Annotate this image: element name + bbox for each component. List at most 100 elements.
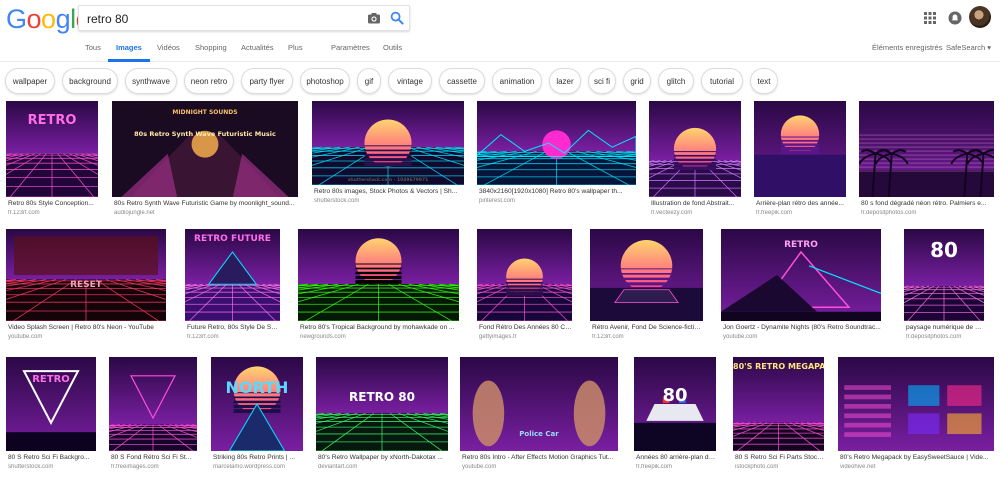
result-thumbnail[interactable] [477, 229, 572, 321]
result-thumbnail[interactable] [109, 357, 197, 451]
result-caption[interactable]: Retro 80s images, Stock Photos & Vectors… [314, 188, 464, 195]
result-caption[interactable]: Arrière-plan rétro des année... [756, 200, 846, 207]
result-thumbnail[interactable]: RESET [6, 229, 166, 321]
search-input[interactable] [87, 10, 357, 28]
image-result[interactable]: 80'S RETRO MEGAPACK 80 S Retro Sci Fi Par… [733, 357, 824, 475]
chip-animation[interactable]: animation [492, 68, 542, 94]
image-result[interactable]: Illustration de fond Abstrait... fr.vecte… [649, 101, 741, 221]
safesearch-dropdown[interactable]: SafeSearch ▾ [946, 43, 991, 52]
result-caption[interactable]: Retro 80s Style Conception... [8, 200, 98, 207]
chip-photoshop[interactable]: photoshop [300, 68, 350, 94]
image-result[interactable]: Arrière-plan rétro des année... fr.freepi… [754, 101, 846, 221]
image-result[interactable]: NORTH Striking 80s Retro Prints | ... marc… [211, 357, 303, 475]
camera-icon[interactable] [367, 11, 381, 25]
result-caption[interactable]: paysage numérique de néon... [906, 324, 984, 331]
notifications-icon[interactable] [948, 11, 962, 25]
result-thumbnail[interactable]: 80 [634, 357, 716, 451]
result-domain: videohive.net [840, 464, 876, 470]
result-thumbnail[interactable] [859, 101, 994, 197]
image-result[interactable]: RETRO Jon Goertz - Dynamite Nights (80's … [721, 229, 881, 345]
result-thumbnail[interactable] [838, 357, 994, 451]
result-thumbnail[interactable] [754, 101, 846, 197]
result-thumbnail[interactable]: NORTH [211, 357, 303, 451]
result-caption[interactable]: Fond Rétro Des Années 80 Cl... [479, 324, 572, 331]
chip-grid[interactable]: grid [623, 68, 651, 94]
chip-sci-fi[interactable]: sci fi [588, 68, 616, 94]
image-result[interactable]: RESET Video Splash Screen | Retro 80's Ne… [6, 229, 166, 345]
chip-glitch[interactable]: glitch [658, 68, 694, 94]
apps-grid-icon[interactable] [924, 12, 936, 24]
tab-news[interactable]: Actualités [241, 43, 274, 52]
result-thumbnail[interactable]: MIDNIGHT SOUNDS 80s Retro Synth Wave Futu… [112, 101, 298, 197]
chip-text[interactable]: text [750, 68, 778, 94]
result-caption[interactable]: 80's Retro Wallpaper by xNorth-Dakotax .… [318, 454, 448, 461]
tab-videos[interactable]: Vidéos [157, 43, 180, 52]
result-caption[interactable]: Rétro Avenir, Fond De Science-fictio... [592, 324, 703, 331]
result-thumbnail[interactable]: Police Car [460, 357, 618, 451]
result-thumbnail[interactable]: shutterstock.com · 1049679971 [312, 101, 464, 185]
image-result[interactable]: RETRO FUTURE Future Retro, 80s Style De S… [185, 229, 280, 345]
tab-images[interactable]: Images [116, 43, 142, 52]
chip-cassette[interactable]: cassette [439, 68, 485, 94]
result-caption[interactable]: 80's Retro Megapack by EasySweetSauce | … [840, 454, 994, 461]
image-result[interactable]: Police Car Retro 80s Intro - After Effect… [460, 357, 618, 475]
image-result[interactable]: RETRO 80 80's Retro Wallpaper by xNorth-D… [316, 357, 448, 475]
result-caption[interactable]: Video Splash Screen | Retro 80's Neon - … [8, 324, 166, 331]
result-thumbnail[interactable]: 80 [904, 229, 984, 321]
tab-tools[interactable]: Outils [383, 43, 402, 52]
result-thumbnail[interactable]: RETRO [6, 101, 98, 197]
chip-vintage[interactable]: vintage [388, 68, 432, 94]
result-thumbnail[interactable] [649, 101, 741, 197]
chip-gif[interactable]: gif [357, 68, 381, 94]
search-icon[interactable] [390, 11, 404, 25]
result-caption[interactable]: 80 s fond dégradé néon rétro. Palmiers e… [861, 200, 994, 207]
chip-party-flyer[interactable]: party flyer [241, 68, 293, 94]
result-caption[interactable]: 80 S Fond Rétro Sci Fi St... [111, 454, 197, 461]
chip-neon-retro[interactable]: neon retro [184, 68, 234, 94]
image-result[interactable]: Fond Rétro Des Années 80 Cl... gettyimage… [477, 229, 572, 345]
tab-shopping[interactable]: Shopping [195, 43, 227, 52]
image-result[interactable]: RETRO Retro 80s Style Conception... fr.123… [6, 101, 98, 221]
result-caption[interactable]: Striking 80s Retro Prints | ... [213, 454, 303, 461]
result-thumbnail[interactable]: RETRO [6, 357, 96, 451]
image-result[interactable]: Retro 80's Tropical Background by mohawk… [298, 229, 459, 345]
image-result[interactable]: 80 paysage numérique de néon... fr.deposit… [904, 229, 984, 345]
result-caption[interactable]: Retro 80's Tropical Background by mohawk… [300, 324, 459, 331]
saved-images-link[interactable]: Éléments enregistrés [872, 43, 942, 52]
result-thumbnail[interactable]: 80'S RETRO MEGAPACK [733, 357, 824, 451]
image-result[interactable]: 80's Retro Megapack by EasySweetSauce | … [838, 357, 994, 475]
image-result[interactable]: RETRO 80 S Retro Sci Fi Backgro... shutter… [6, 357, 96, 475]
image-result[interactable]: 80 Années 80 arrière-plan de... fr.freepik… [634, 357, 716, 475]
chip-synthwave[interactable]: synthwave [125, 68, 177, 94]
result-caption[interactable]: Future Retro, 80s Style De Sci... [187, 324, 280, 331]
chip-lazer[interactable]: lazer [549, 68, 581, 94]
tab-settings[interactable]: Paramètres [331, 43, 370, 52]
tab-all[interactable]: Tous [85, 43, 101, 52]
image-result[interactable]: Rétro Avenir, Fond De Science-fictio... f… [590, 229, 703, 345]
result-caption[interactable]: Retro 80s Intro - After Effects Motion G… [462, 454, 618, 461]
result-caption[interactable]: Années 80 arrière-plan de... [636, 454, 716, 461]
result-thumbnail[interactable]: RETRO FUTURE [185, 229, 280, 321]
result-caption[interactable]: 80s Retro Synth Wave Futuristic Game by … [114, 200, 298, 207]
result-thumbnail[interactable]: RETRO [721, 229, 881, 321]
result-thumbnail[interactable] [477, 101, 636, 185]
tab-more[interactable]: Plus [288, 43, 303, 52]
account-avatar[interactable] [969, 6, 991, 28]
search-box[interactable] [78, 5, 410, 31]
image-result[interactable]: 80 s fond dégradé néon rétro. Palmiers e… [859, 101, 994, 221]
image-result[interactable]: shutterstock.com · 1049679971 Retro 80s i… [312, 101, 464, 209]
image-result[interactable]: 3840x2160[1920x1080] Retro 80's wallpape… [477, 101, 636, 209]
result-caption[interactable]: 80 S Retro Sci Fi Backgro... [8, 454, 96, 461]
result-caption[interactable]: 3840x2160[1920x1080] Retro 80's wallpape… [479, 188, 636, 195]
chip-wallpaper[interactable]: wallpaper [5, 68, 55, 94]
chip-background[interactable]: background [62, 68, 118, 94]
result-thumbnail[interactable] [298, 229, 459, 321]
result-caption[interactable]: Illustration de fond Abstrait... [651, 200, 741, 207]
result-thumbnail[interactable] [590, 229, 703, 321]
image-result[interactable]: MIDNIGHT SOUNDS 80s Retro Synth Wave Futu… [112, 101, 298, 221]
image-result[interactable]: 80 S Fond Rétro Sci Fi St... fr.freeimage… [109, 357, 197, 475]
result-caption[interactable]: 80 S Retro Sci Fi Parts Stock Vect... [735, 454, 824, 461]
chip-tutorial[interactable]: tutorial [701, 68, 743, 94]
result-thumbnail[interactable]: RETRO 80 [316, 357, 448, 451]
result-caption[interactable]: Jon Goertz - Dynamite Nights (80's Retro… [723, 324, 881, 331]
